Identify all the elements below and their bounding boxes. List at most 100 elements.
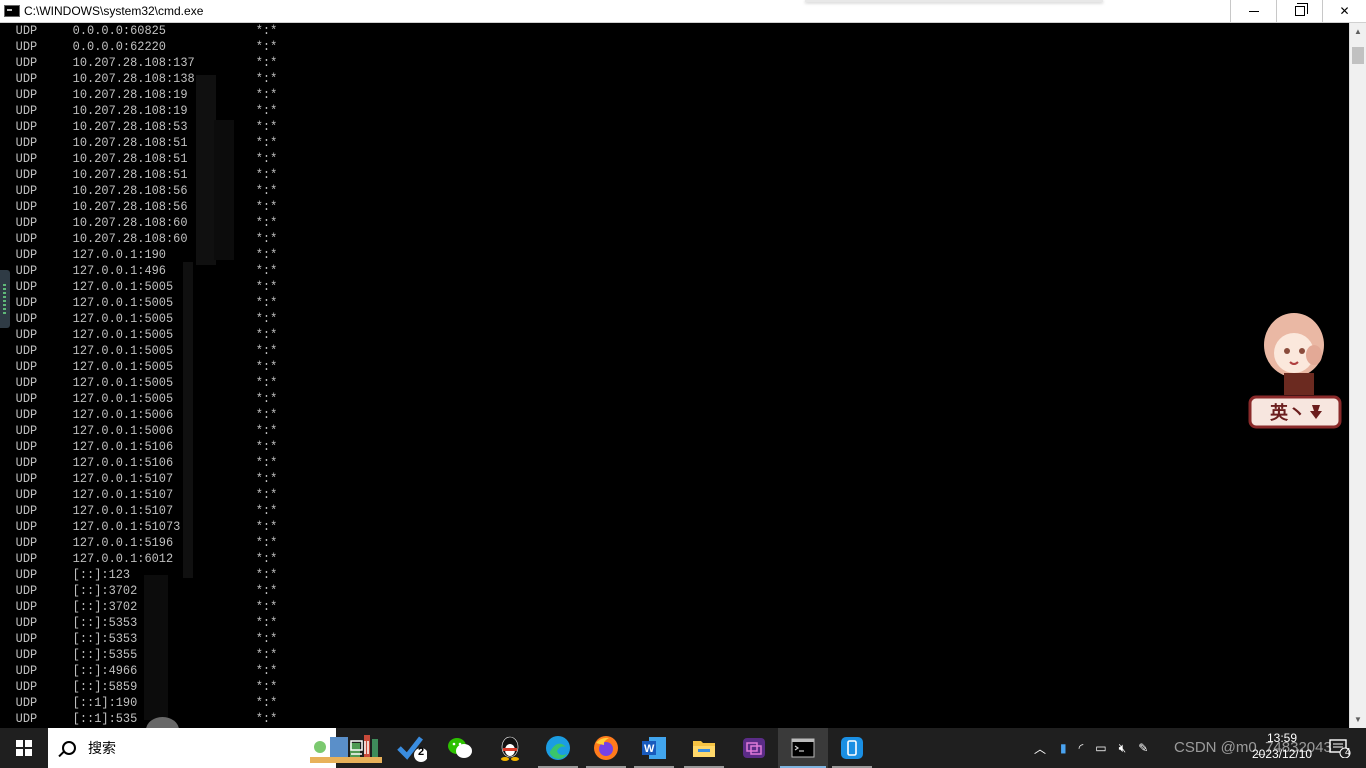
task-view-button[interactable] <box>336 728 384 768</box>
vertical-scrollbar[interactable]: ▲ ▼ <box>1349 23 1366 728</box>
system-tray: ︿ ▮ ◜ ▭ 🔇︎ ✎ <box>1034 728 1148 768</box>
local-address-cell: 10.207.28.108:60 <box>72 215 188 230</box>
local-address-cell: 10.207.28.108:19 <box>72 103 188 118</box>
foreign-address-cell: *:* <box>255 519 278 534</box>
foreign-address-cell: *:* <box>255 439 278 454</box>
mascot-sticker[interactable]: 英丶 <box>1248 305 1342 433</box>
console-line: UDP [::]:5859 *:* <box>0 679 1241 695</box>
clock-date: 2023/12/10 <box>1252 747 1313 761</box>
phone-link-button[interactable] <box>828 728 876 768</box>
close-icon: ✕ <box>1339 4 1350 18</box>
local-address-cell: 127.0.0.1:5107 <box>72 471 174 486</box>
foreign-address-cell: *:* <box>255 343 278 358</box>
console-line: UDP [::]:3702 *:* <box>0 599 1241 615</box>
protocol-cell: UDP <box>15 471 38 486</box>
firefox-button[interactable] <box>582 728 630 768</box>
overlay-shadow <box>805 0 1103 2</box>
task-view-icon <box>350 740 369 755</box>
foreign-address-cell: *:* <box>255 87 278 102</box>
console-line: UDP 10.207.28.108:53 *:* <box>0 119 1241 135</box>
wechat-button[interactable] <box>436 728 484 768</box>
taskbar-search[interactable]: 搜索 <box>48 728 382 768</box>
foreign-address-cell: *:* <box>255 503 278 518</box>
local-address-cell: 127.0.0.1:5005 <box>72 279 174 294</box>
folder-icon <box>693 741 715 757</box>
todo-badge: 2 <box>418 746 425 758</box>
clock[interactable]: 13:59 2023/12/10 <box>1252 730 1312 762</box>
console-line: UDP [::]:5355 *:* <box>0 647 1241 663</box>
edge-button[interactable] <box>534 728 582 768</box>
battery-icon[interactable]: ▭ <box>1095 741 1106 755</box>
local-address-cell: 127.0.0.1:5006 <box>72 423 174 438</box>
scroll-down-icon[interactable]: ▼ <box>1350 711 1366 728</box>
foreign-address-cell: *:* <box>255 487 278 502</box>
edge-browser-icon <box>546 736 570 760</box>
foreign-address-cell: *:* <box>255 151 278 166</box>
protocol-cell: UDP <box>15 359 38 374</box>
protocol-cell: UDP <box>15 583 38 598</box>
side-dock-widget[interactable] <box>0 270 10 328</box>
notification-center-button[interactable]: 4 <box>1318 728 1362 768</box>
minimize-icon <box>1248 10 1259 12</box>
app-switch-button[interactable] <box>730 728 778 768</box>
qq-button[interactable] <box>486 728 534 768</box>
console-line: UDP 10.207.28.108:19 *:* <box>0 87 1241 103</box>
redaction-mask <box>196 75 216 265</box>
close-button[interactable]: ✕ <box>1322 0 1366 22</box>
protocol-cell: UDP <box>15 407 38 422</box>
scroll-up-icon[interactable]: ▲ <box>1350 23 1366 40</box>
local-address-cell: [::]:3702 <box>72 599 138 614</box>
protocol-cell: UDP <box>15 567 38 582</box>
local-address-cell: 127.0.0.1:5005 <box>72 359 174 374</box>
protocol-cell: UDP <box>15 631 38 646</box>
local-address-cell: [::1]:190 <box>72 695 138 710</box>
title-bar: C:\WINDOWS\system32\cmd.exe ✕ <box>0 0 1366 23</box>
foreign-address-cell: *:* <box>255 551 278 566</box>
show-hidden-icons-icon[interactable]: ︿ <box>1034 740 1046 757</box>
qq-penguin-icon <box>501 736 519 761</box>
protocol-cell: UDP <box>15 455 38 470</box>
foreign-address-cell: *:* <box>255 615 278 630</box>
local-address-cell: 10.207.28.108:51 <box>72 135 188 150</box>
word-icon: W <box>642 737 666 759</box>
console-line: UDP 10.207.28.108:19 *:* <box>0 103 1241 119</box>
local-address-cell: 127.0.0.1:5106 <box>72 439 174 454</box>
volume-muted-icon[interactable]: 🔇︎ <box>1119 741 1127 756</box>
pen-icon[interactable]: ✎ <box>1138 741 1148 755</box>
restore-icon <box>1294 3 1308 16</box>
foreign-address-cell: *:* <box>255 311 278 326</box>
todo-app-button[interactable]: 2 <box>388 728 436 768</box>
console-line: UDP [::]:3702 *:* <box>0 583 1241 599</box>
foreign-address-cell: *:* <box>255 167 278 182</box>
file-explorer-button[interactable] <box>680 728 728 768</box>
notification-badge: 4 <box>1345 747 1351 758</box>
foreign-address-cell: *:* <box>255 423 278 438</box>
usb-icon[interactable]: ▮ <box>1060 741 1067 755</box>
scroll-thumb[interactable] <box>1352 47 1364 64</box>
local-address-cell: 10.207.28.108:56 <box>72 199 188 214</box>
minimize-button[interactable] <box>1230 0 1276 22</box>
terminal-icon <box>791 738 815 758</box>
screen-share-icon <box>743 738 765 758</box>
local-address-cell: [::]:5355 <box>72 647 138 662</box>
local-address-cell: 0.0.0.0:62220 <box>72 39 166 54</box>
local-address-cell: 127.0.0.1:5005 <box>72 375 174 390</box>
start-button[interactable] <box>0 728 48 768</box>
search-placeholder: 搜索 <box>88 740 116 756</box>
restore-button[interactable] <box>1276 0 1322 22</box>
search-icon <box>62 741 76 755</box>
wifi-icon[interactable]: ◜ <box>1079 741 1084 755</box>
cmd-taskbar-button[interactable] <box>778 728 828 768</box>
local-address-cell: 127.0.0.1:5107 <box>72 503 174 518</box>
foreign-address-cell: *:* <box>255 215 278 230</box>
local-address-cell: 10.207.28.108:56 <box>72 183 188 198</box>
phone-link-icon <box>841 737 863 759</box>
protocol-cell: UDP <box>15 551 38 566</box>
foreign-address-cell: *:* <box>255 247 278 262</box>
console-line: UDP 10.207.28.108:51 *:* <box>0 167 1241 183</box>
protocol-cell: UDP <box>15 39 38 54</box>
local-address-cell: 10.207.28.108:138 <box>72 71 195 86</box>
console-line: UDP 10.207.28.108:56 *:* <box>0 199 1241 215</box>
protocol-cell: UDP <box>15 279 38 294</box>
word-button[interactable]: W <box>630 728 678 768</box>
